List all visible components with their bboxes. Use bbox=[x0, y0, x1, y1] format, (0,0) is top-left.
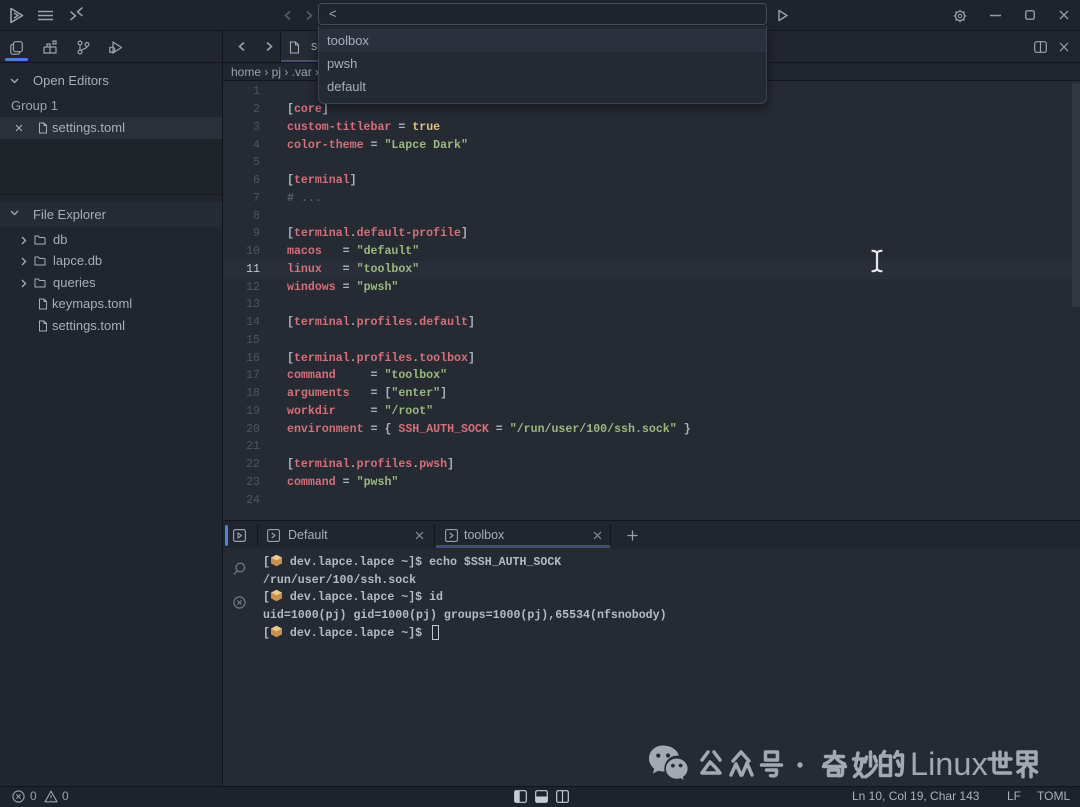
svg-text:Linux: Linux bbox=[910, 746, 988, 782]
